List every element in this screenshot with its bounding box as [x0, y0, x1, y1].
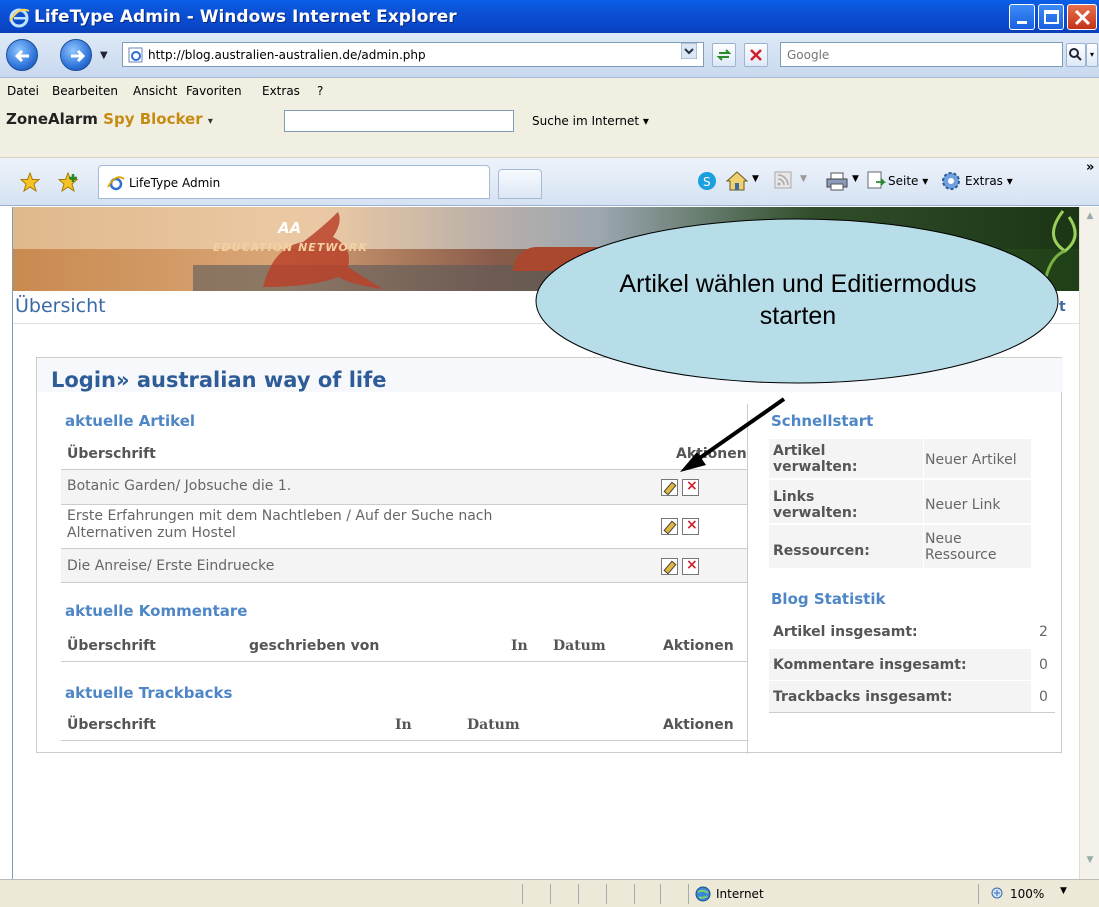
zoom-icon[interactable]: [990, 886, 1006, 902]
callout-text: Artikel wählen und Editiermodus starten: [619, 270, 977, 330]
internet-zone-icon: [695, 886, 711, 902]
callout-arrow: [692, 397, 786, 464]
zoom-level[interactable]: 100%: [1010, 887, 1044, 901]
callout-overlay: [535, 218, 1059, 472]
security-zone-label: Internet: [716, 887, 764, 901]
zoom-dropdown-icon[interactable]: ▼: [1060, 886, 1067, 896]
status-bar: Internet 100% ▼: [0, 879, 1099, 907]
